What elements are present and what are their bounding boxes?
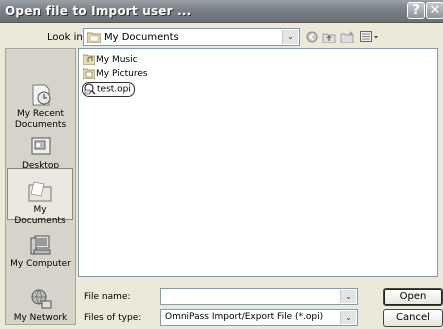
opi-file-icon [84, 83, 96, 95]
view-menu-icon[interactable] [360, 31, 380, 43]
place-label: My Computer [10, 259, 71, 269]
computer-icon [6, 233, 75, 257]
place-label: My Documents [14, 205, 66, 226]
close-icon: ✕ [429, 3, 441, 18]
look-in-value: My Documents [104, 32, 179, 43]
look-in-dropdown[interactable]: My Documents ⌄ [83, 28, 300, 46]
music-folder-icon [83, 54, 95, 65]
my-documents-icon [87, 32, 101, 43]
place-my-documents[interactable]: My Documents [7, 168, 73, 226]
file-name-label: File name: [84, 292, 131, 302]
list-item-test-opi[interactable]: test.opi [82, 82, 135, 97]
file-name-label: My Pictures [96, 69, 148, 79]
place-label: My Recent Documents [14, 109, 67, 130]
cancel-button[interactable]: Cancel [383, 309, 443, 327]
file-name-label: My Music [96, 55, 138, 65]
place-my-computer[interactable]: My Computer [6, 233, 75, 270]
network-icon [6, 287, 75, 311]
new-folder-icon[interactable] [340, 31, 354, 43]
list-item-my-pictures[interactable]: My Pictures [83, 68, 148, 81]
back-icon[interactable] [306, 31, 318, 43]
file-list[interactable]: My Music My Pictures test.opi [78, 48, 438, 277]
open-button[interactable]: Open [383, 288, 443, 306]
up-folder-icon[interactable] [322, 31, 336, 43]
file-name-input[interactable]: ⌄ [160, 288, 358, 305]
chevron-down-icon[interactable]: ⌄ [282, 30, 298, 44]
help-icon: ? [412, 3, 420, 18]
file-type-label: Files of type: [84, 313, 142, 323]
file-type-dropdown[interactable]: OmniPass Import/Export File (*.opi) ⌄ [160, 309, 358, 326]
chevron-down-icon[interactable]: ⌄ [340, 290, 356, 303]
place-my-recent-documents[interactable]: My Recent Documents [6, 83, 75, 131]
chevron-down-icon[interactable]: ⌄ [340, 311, 356, 324]
title-bar: Open file to Import user ... ? ✕ [0, 0, 443, 23]
my-documents-icon [8, 179, 72, 203]
close-button[interactable]: ✕ [426, 2, 443, 19]
list-item-my-music[interactable]: My Music [83, 54, 138, 67]
desktop-icon [6, 135, 75, 159]
place-desktop[interactable]: Desktop [6, 135, 75, 172]
recent-documents-icon [6, 83, 75, 107]
help-button[interactable]: ? [407, 2, 425, 19]
pictures-folder-icon [83, 68, 95, 79]
place-my-network[interactable]: My Network [6, 287, 75, 324]
file-name-label: test.opi [97, 84, 131, 95]
places-bar: My Recent Documents Desktop My Documents… [5, 48, 76, 325]
look-in-label: Look in: [47, 32, 87, 43]
place-label: My Network [13, 313, 68, 323]
file-type-value: OmniPass Import/Export File (*.opi) [165, 312, 324, 322]
dialog-title: Open file to Import user ... [5, 4, 192, 18]
